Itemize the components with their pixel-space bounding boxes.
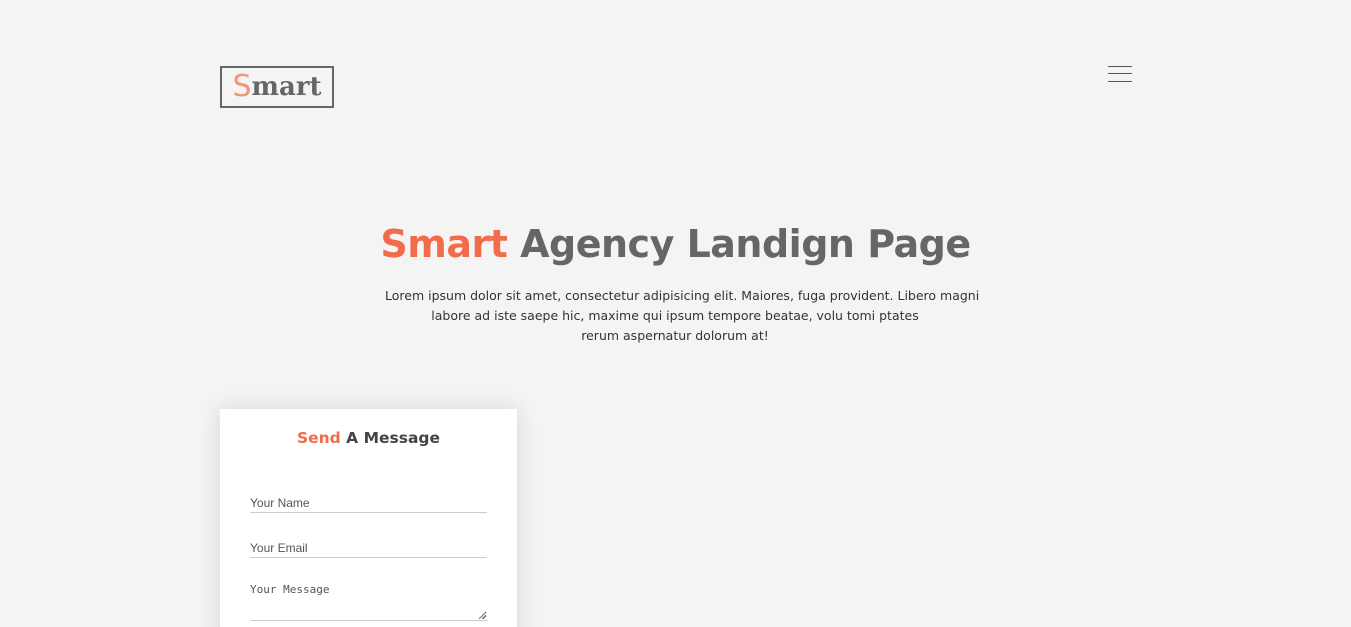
- contact-form-title: Send A Message: [220, 429, 517, 447]
- name-input[interactable]: [250, 493, 487, 513]
- menu-bar-top: [1108, 66, 1132, 67]
- email-input[interactable]: [250, 538, 487, 558]
- hamburger-menu-icon[interactable]: [1108, 65, 1132, 83]
- hero-title-accent: Smart: [380, 222, 508, 266]
- hero-description-line: Lorem ipsum dolor sit amet, consectetur …: [385, 288, 980, 303]
- hero-title: Smart Agency Landign Page: [0, 222, 1351, 266]
- logo-accent-letter: S: [232, 69, 252, 104]
- site-logo[interactable]: Smart: [220, 66, 334, 108]
- logo-text: mart: [251, 72, 322, 102]
- contact-title-rest: A Message: [346, 429, 441, 447]
- hero-description-line: labore ad iste saepe hic, maxime qui ips…: [431, 308, 919, 323]
- hero-description-line: rerum aspernatur dolorum at!: [581, 328, 769, 343]
- contact-form-card: Send A Message: [220, 409, 517, 627]
- menu-bar-middle: [1108, 73, 1132, 74]
- landing-page: Smart Smart Agency Landign Page Lorem ip…: [0, 0, 1351, 627]
- contact-title-accent: Send: [296, 429, 341, 447]
- hero-description: Lorem ipsum dolor sit amet, consectetur …: [385, 286, 980, 346]
- message-textarea[interactable]: [250, 583, 487, 621]
- hero-title-rest: Agency Landign Page: [520, 222, 971, 266]
- menu-bar-bottom: [1108, 81, 1132, 82]
